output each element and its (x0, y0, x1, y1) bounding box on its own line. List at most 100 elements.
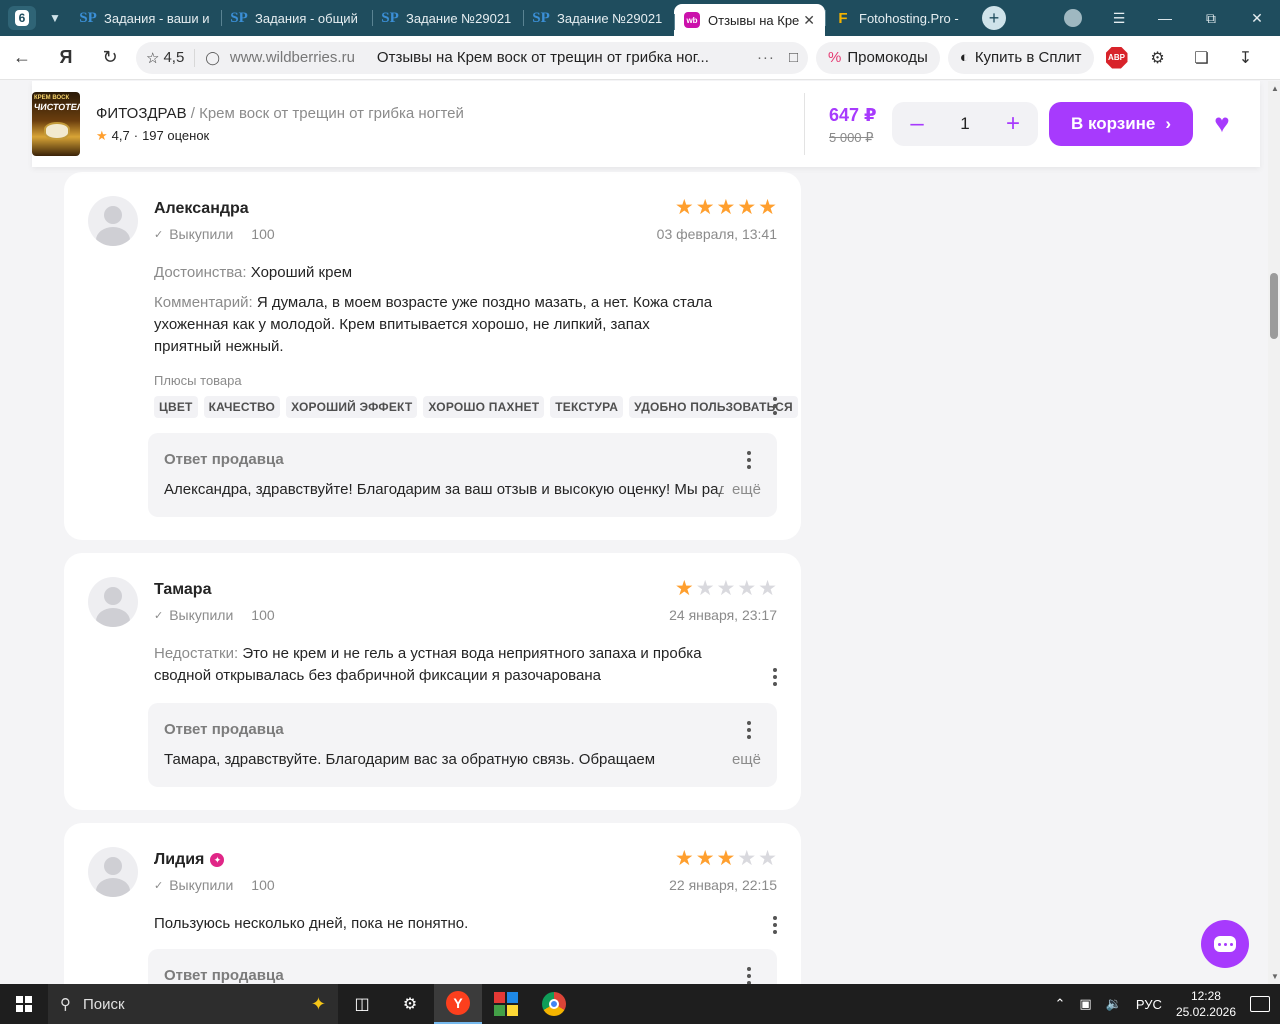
review-tags: ЦВЕТ КАЧЕСТВО ХОРОШИЙ ЭФФЕКТ ХОРОШО ПАХН… (154, 396, 798, 418)
download-icon[interactable]: ↧ (1224, 36, 1268, 80)
settings-gear-icon[interactable]: ⚙ (386, 984, 434, 1024)
review-more-icon[interactable] (767, 395, 783, 417)
bookmark-icon[interactable]: □ (789, 49, 798, 66)
review-more-icon[interactable] (767, 666, 783, 688)
site-rating[interactable]: ☆ 4,5 (146, 48, 196, 67)
notifications-icon[interactable] (1250, 996, 1270, 1012)
restore-icon[interactable]: ⧉ (1188, 0, 1234, 36)
tab-1[interactable]: SP Задания - ваши и (70, 0, 221, 36)
taskbar-search-label: Поиск (83, 995, 125, 1013)
tab-list-chevron-icon[interactable]: ▼ (40, 6, 70, 30)
address-bar[interactable]: ☆ 4,5 ◯ www.wildberries.ru Отзывы на Кре… (136, 41, 808, 74)
new-tab-icon[interactable]: + (982, 6, 1006, 30)
tab-5-active[interactable]: wb Отзывы на Кре ✕ (674, 4, 825, 36)
chrome-app[interactable] (530, 984, 578, 1024)
check-icon: ✓ (154, 609, 164, 622)
yandex-logo-icon[interactable]: Я (44, 36, 88, 80)
review-author[interactable]: Тамара (154, 581, 211, 599)
decrease-quantity-button[interactable]: – (906, 112, 928, 136)
clock[interactable]: 12:28 25.02.2026 (1176, 988, 1236, 1020)
tray-overflow-icon[interactable]: ⌃ (1055, 996, 1066, 1012)
network-icon[interactable]: ▣ (1079, 996, 1091, 1012)
star-empty-icon: ★ (737, 577, 757, 600)
seller-reply-more-icon[interactable] (741, 719, 757, 741)
review-author[interactable]: Александра (154, 200, 249, 218)
security-shield-icon[interactable]: ◯ (205, 50, 220, 66)
rating-separator: · (133, 128, 139, 143)
product-title[interactable]: ФИТОЗДРАВ / Крем воск от трещин от грибк… (96, 105, 464, 122)
adblock-plus-icon[interactable]: ABP (1105, 46, 1128, 69)
tab-count-button[interactable]: 6 (8, 6, 36, 30)
bought-label: Выкупили (169, 226, 234, 242)
language-indicator[interactable]: РУС (1136, 997, 1162, 1012)
review-text: Пользуюсь несколько дней, пока не понятн… (154, 915, 469, 932)
multi-app[interactable] (482, 984, 530, 1024)
url-domain: www.wildberries.ru (229, 49, 355, 66)
site-rating-value: 4,5 (163, 49, 185, 66)
author-name: Александра (154, 200, 249, 217)
tab-2[interactable]: SP Задания - общий (221, 0, 372, 36)
bought-info: ✓ Выкупили 100 (154, 877, 275, 893)
taskbar-search[interactable]: ⚲ Поиск ✦ (48, 984, 338, 1024)
more-dots-icon[interactable]: ··· (757, 49, 775, 66)
increase-quantity-button[interactable]: + (1002, 112, 1024, 136)
in-cart-button[interactable]: В корзине › (1049, 102, 1193, 146)
promocodes-button[interactable]: % Промокоды (816, 41, 940, 74)
tab-title: Задания - ваши и (104, 10, 210, 26)
extensions-puzzle-icon[interactable]: ⚙ (1136, 36, 1180, 80)
star-filled-icon: ★ (716, 196, 736, 219)
tab-title: Отзывы на Кре (708, 12, 800, 28)
profile-avatar-icon[interactable] (1064, 9, 1082, 27)
task-view-icon[interactable]: ◫ (338, 984, 386, 1024)
price-block: 647 ₽ 5 000 ₽ (829, 105, 877, 146)
minimize-icon[interactable]: — (1142, 0, 1188, 36)
product-thumbnail[interactable]: КРЕМ ВОСК ЧИСТОТЕЛ (32, 92, 80, 156)
cons-label: Недостатки: (154, 645, 239, 662)
tag: ХОРОШИЙ ЭФФЕКТ (286, 396, 418, 418)
thumb-label-top: КРЕМ ВОСК (34, 95, 70, 101)
split-button[interactable]: ◐ Купить в Сплит (947, 41, 1094, 74)
collections-icon[interactable]: ❏ (1180, 36, 1224, 80)
tab-4[interactable]: SP Задание №29021 (523, 0, 674, 36)
review-date: 22 января, 22:15 (669, 877, 777, 893)
page-scrollbar[interactable]: ▲ ▼ (1268, 81, 1280, 984)
bought-count: 100 (251, 226, 275, 242)
star-empty-icon: ★ (758, 577, 777, 600)
tag: ТЕКСТУРА (550, 396, 624, 418)
review-cons: Недостатки: Это не крем и не гель а устн… (154, 643, 704, 687)
seller-reply-more-icon[interactable] (741, 965, 757, 984)
chat-button[interactable] (1201, 920, 1249, 968)
star-empty-icon: ★ (758, 847, 777, 870)
expand-link[interactable]: ещё (715, 481, 761, 498)
favorite-heart-icon[interactable]: ♥ (1208, 109, 1236, 137)
scrollbar-thumb[interactable] (1270, 273, 1278, 339)
split-logo-icon: ◐ (959, 49, 969, 66)
tab-6[interactable]: F Fotohosting.Pro - (825, 0, 976, 36)
header-divider (804, 93, 805, 155)
star-filled-icon: ★ (674, 577, 694, 600)
avatar (88, 577, 138, 627)
star-outline-icon: ☆ (146, 49, 160, 67)
scroll-up-icon[interactable]: ▲ (1271, 84, 1279, 93)
split-label: Купить в Сплит (974, 49, 1082, 66)
product-rating-value: 4,7 (111, 128, 130, 143)
tab-3[interactable]: SP Задание №29021 (372, 0, 523, 36)
volume-icon[interactable]: 🔉 (1106, 996, 1122, 1012)
seller-reply-text: Александра, здравствуйте! Благодарим за … (164, 481, 724, 498)
menu-icon[interactable]: ☰ (1096, 0, 1142, 36)
review-more-icon[interactable] (767, 914, 783, 936)
scroll-down-icon[interactable]: ▼ (1271, 972, 1279, 981)
bought-count: 100 (251, 877, 275, 893)
pros-label: Достоинства: (154, 264, 247, 281)
reload-icon[interactable]: ↻ (88, 36, 132, 80)
back-arrow-icon[interactable]: ← (0, 36, 44, 80)
expand-link[interactable]: ещё (715, 751, 761, 768)
seller-reply-more-icon[interactable] (741, 449, 757, 471)
review-author[interactable]: Лидия ✦ (154, 851, 225, 869)
close-tab-icon[interactable]: ✕ (803, 12, 815, 29)
yandex-browser-app[interactable]: Y (434, 984, 482, 1024)
close-window-icon[interactable]: ✕ (1234, 0, 1280, 36)
star-empty-icon: ★ (737, 847, 757, 870)
thumb-label-main: ЧИСТОТЕЛ (33, 102, 80, 112)
start-button[interactable] (0, 984, 48, 1024)
